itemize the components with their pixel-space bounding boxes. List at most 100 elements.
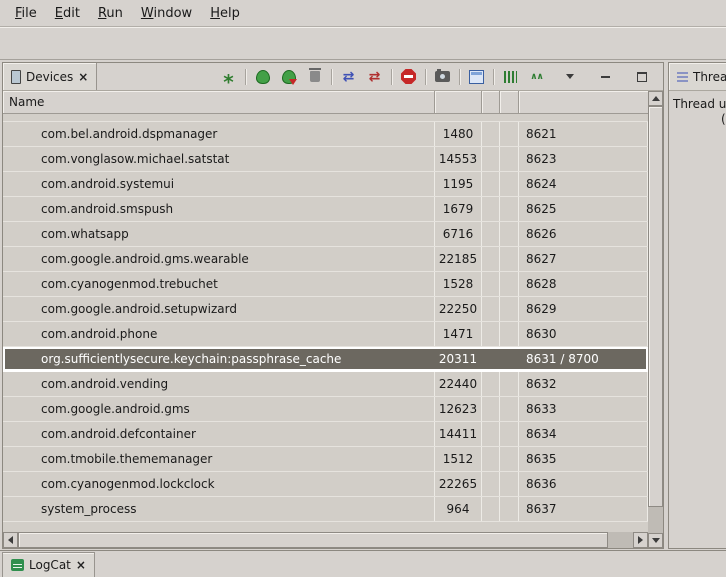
- main-toolbar: [0, 27, 726, 60]
- table-row[interactable]: com.android.defcontainer 14411 8634: [3, 422, 648, 447]
- toolbar-separator: [493, 69, 494, 85]
- horizontal-scroll-track[interactable]: [18, 532, 633, 548]
- tab-logcat[interactable]: LogCat ×: [2, 552, 95, 577]
- view-hierarchy-icon[interactable]: [465, 66, 488, 88]
- devices-window-buttons: [550, 63, 663, 90]
- process-port-cell: 8635: [519, 447, 648, 471]
- table-row[interactable]: com.tmobile.thememanager 1512 8635: [3, 447, 648, 472]
- empty-cell: [482, 422, 500, 446]
- table-row[interactable]: com.whatsapp 6716 8626: [3, 222, 648, 247]
- horizontal-scrollbar[interactable]: [3, 532, 648, 548]
- devices-tab-label: Devices: [26, 70, 73, 84]
- menu-run[interactable]: Run: [89, 2, 132, 25]
- table-row[interactable]: com.android.systemui 1195 8624: [3, 172, 648, 197]
- empty-cell: [482, 197, 500, 221]
- table-row[interactable]: com.android.phone 1471 8630: [3, 322, 648, 347]
- empty-cell: [482, 122, 500, 146]
- process-pid-cell: 964: [435, 497, 482, 521]
- screen-capture-icon[interactable]: [431, 66, 454, 88]
- horizontal-scroll-thumb[interactable]: [18, 532, 608, 548]
- table-row[interactable]: com.cyanogenmod.lockclock 22265 8636: [3, 472, 648, 497]
- scroll-left-icon[interactable]: [3, 532, 18, 548]
- process-name-cell: com.android.smspush: [3, 197, 435, 221]
- process-pid-cell: 12623: [435, 397, 482, 421]
- table-row[interactable]: com.android.smspush 1679 8625: [3, 197, 648, 222]
- method-profiling-icon[interactable]: ⇄: [363, 66, 386, 88]
- table-row[interactable]: com.bel.android.dspmanager 1480 8621: [3, 122, 648, 147]
- table-row[interactable]: org.sufficientlysecure.keychain:passphra…: [3, 347, 648, 372]
- menu-help[interactable]: Help: [201, 2, 249, 25]
- process-port-cell: 8633: [519, 397, 648, 421]
- logcat-tab-close-icon[interactable]: ×: [76, 560, 86, 570]
- empty-cell: [482, 497, 500, 521]
- menu-window[interactable]: Window: [132, 2, 201, 25]
- table-row[interactable]: com.google.android.gms.wearable 22185 86…: [3, 247, 648, 272]
- maximize-icon[interactable]: [630, 66, 653, 88]
- update-threads-icon[interactable]: ⇄: [337, 66, 360, 88]
- tab-devices[interactable]: Devices ×: [3, 63, 97, 90]
- devices-tab-close-icon[interactable]: ×: [78, 72, 88, 82]
- menubar: FileEditRunWindowHelp: [0, 0, 726, 27]
- process-name-cell: com.tmobile.thememanager: [3, 447, 435, 471]
- process-pid-cell: 14553: [435, 147, 482, 171]
- empty-cell: [482, 372, 500, 396]
- systrace-icon[interactable]: [499, 66, 522, 88]
- devices-view: Devices × * ⇄⇄ ∧∧ Name com.bel.android.dsp…: [2, 62, 664, 549]
- stop-process-icon[interactable]: [397, 66, 420, 88]
- threads-message-line2: (: [673, 112, 726, 127]
- threads-view: Threads × Thread up (: [668, 62, 726, 549]
- empty-cell: [500, 172, 519, 196]
- empty-cell: [482, 172, 500, 196]
- network-stats-icon[interactable]: ∧∧: [525, 66, 548, 88]
- process-name-cell: com.android.phone: [3, 322, 435, 346]
- process-pid-cell: 1480: [435, 122, 482, 146]
- toolbar-separator: [391, 69, 392, 85]
- gc-icon[interactable]: [303, 66, 326, 88]
- logcat-bar: LogCat ×: [0, 550, 726, 577]
- tab-threads[interactable]: Threads ×: [669, 63, 726, 90]
- column-header-port[interactable]: [519, 91, 648, 113]
- table-row[interactable]: com.vonglasow.michael.satstat 14553 8623: [3, 147, 648, 172]
- dump-hprof-icon[interactable]: [277, 66, 300, 88]
- column-header-name[interactable]: Name: [3, 91, 435, 113]
- table-row[interactable]: system_process 964 8637: [3, 497, 648, 522]
- process-port-cell: 8626: [519, 222, 648, 246]
- update-heap-icon[interactable]: [251, 66, 274, 88]
- menu-edit[interactable]: Edit: [46, 2, 89, 25]
- empty-cell: [482, 247, 500, 271]
- table-row[interactable]: com.cyanogenmod.trebuchet 1528 8628: [3, 272, 648, 297]
- table-row[interactable]: com.android.vending 22440 8632: [3, 372, 648, 397]
- vertical-scroll-track[interactable]: [648, 106, 663, 533]
- table-row[interactable]: com.google.android.gms 12623 8633: [3, 397, 648, 422]
- process-name-cell: com.google.android.gms: [3, 397, 435, 421]
- empty-cell: [500, 297, 519, 321]
- vertical-scrollbar[interactable]: [648, 91, 663, 548]
- table-row[interactable]: com.google.android.setupwizard 22250 862…: [3, 297, 648, 322]
- empty-cell: [500, 447, 519, 471]
- minimize-icon[interactable]: [594, 66, 617, 88]
- logcat-tab-label: LogCat: [29, 558, 71, 572]
- scroll-up-icon[interactable]: [648, 91, 663, 106]
- process-port-cell: 8623: [519, 147, 648, 171]
- process-name-cell: com.cyanogenmod.lockclock: [3, 472, 435, 496]
- process-name-cell: system_process: [3, 497, 435, 521]
- scroll-right-icon[interactable]: [633, 532, 648, 548]
- process-name-cell: com.google.android.setupwizard: [3, 297, 435, 321]
- vertical-scroll-thumb[interactable]: [648, 106, 663, 507]
- view-menu-icon[interactable]: [558, 66, 581, 88]
- menu-file[interactable]: File: [6, 2, 46, 25]
- debug-process-icon[interactable]: *: [217, 66, 240, 88]
- column-header-pid[interactable]: [435, 91, 482, 113]
- threads-message-line1: Thread up: [673, 97, 726, 112]
- threads-tabbar: Threads ×: [669, 63, 726, 91]
- column-header-4[interactable]: [500, 91, 519, 113]
- devices-tabbar: Devices × * ⇄⇄ ∧∧: [3, 63, 663, 91]
- column-header-3[interactable]: [482, 91, 500, 113]
- devices-table: Name com.bel.android.dspmanager 1480 862…: [3, 91, 663, 548]
- scroll-down-icon[interactable]: [648, 533, 663, 548]
- devices-toolbar: * ⇄⇄ ∧∧: [217, 63, 550, 90]
- process-name-cell: com.vonglasow.michael.satstat: [3, 147, 435, 171]
- empty-cell: [482, 272, 500, 296]
- threads-tab-icon: [677, 71, 688, 82]
- empty-cell: [500, 197, 519, 221]
